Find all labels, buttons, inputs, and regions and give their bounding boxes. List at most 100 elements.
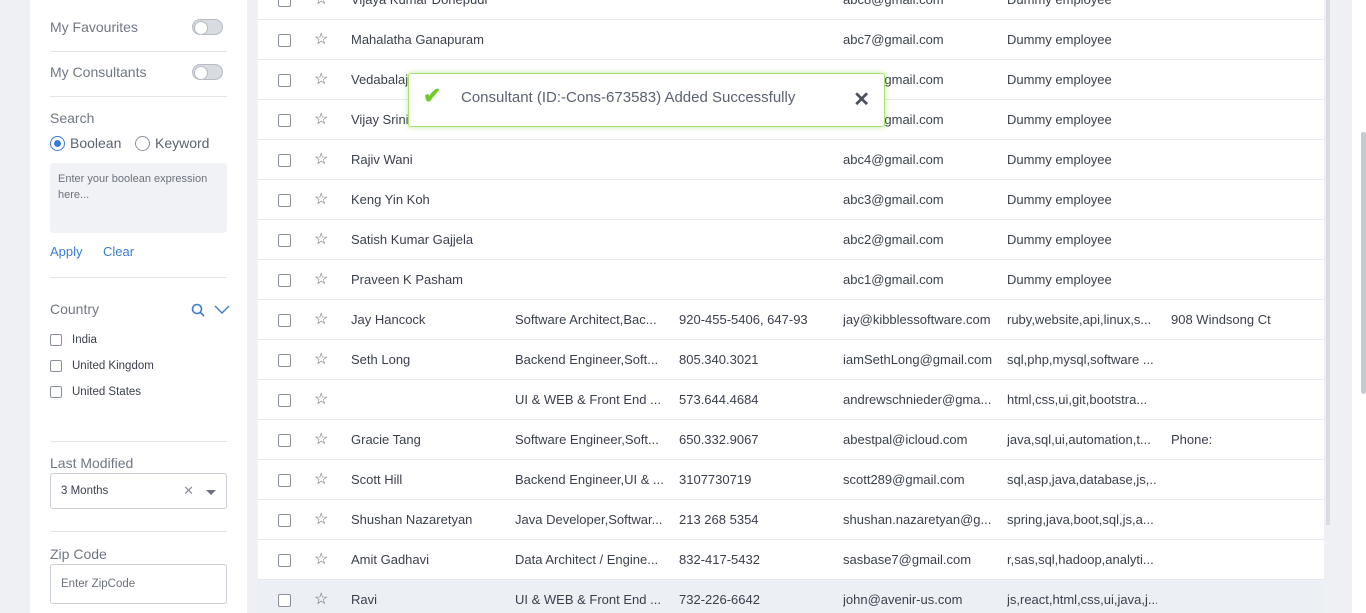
consultant-email: abc8@gmail.com [843, 0, 993, 7]
consultant-name[interactable]: Satish Kumar Gajjela [351, 232, 501, 247]
consultant-email: shushan.nazaretyan@g... [843, 512, 992, 527]
radio-keyword-icon[interactable] [135, 135, 150, 151]
apply-link[interactable]: Apply [50, 244, 83, 259]
last-modified-select[interactable]: 3 Months ✕ [50, 473, 227, 509]
row-checkbox[interactable] [278, 0, 291, 7]
consultant-email: scott289@gmail.com [843, 472, 965, 487]
consultant-name[interactable]: Praveen K Pasham [351, 272, 501, 287]
star-icon[interactable]: ☆ [314, 109, 328, 129]
divider [50, 441, 227, 442]
consultant-name[interactable]: Amit Gadhavi [351, 552, 501, 567]
row-checkbox[interactable] [278, 114, 291, 127]
consultant-email: abc3@gmail.com [843, 192, 944, 207]
table-row[interactable]: ☆ Rajiv Wani abc4@gmail.com Dummy employee [258, 140, 1324, 180]
checkbox[interactable] [50, 360, 62, 372]
country-option-india[interactable]: India [50, 334, 97, 346]
my-favourites-toggle[interactable] [192, 19, 223, 35]
star-icon[interactable]: ☆ [314, 269, 328, 289]
row-checkbox[interactable] [278, 354, 291, 367]
table-row[interactable]: ☆ Jay Hancock Software Architect,Bac... 920… [258, 300, 1324, 340]
consultant-name[interactable]: Shushan Nazaretyan [351, 512, 501, 527]
consultant-phone: 732-226-6642 [679, 592, 760, 607]
consultant-title: Data Architect / Engine... [515, 552, 659, 567]
row-checkbox[interactable] [278, 34, 291, 47]
consultant-skills: spring,java,boot,sql,js,a... [1007, 512, 1154, 527]
row-checkbox[interactable] [278, 154, 291, 167]
star-icon[interactable]: ☆ [314, 549, 328, 569]
table-row[interactable]: ☆ Amit Gadhavi Data Architect / Engine... 8… [258, 540, 1324, 580]
star-icon[interactable]: ☆ [314, 589, 328, 609]
consultant-name[interactable]: Rajiv Wani [351, 152, 501, 167]
row-checkbox[interactable] [278, 314, 291, 327]
consultant-name[interactable]: Gracie Tang [351, 432, 501, 447]
row-checkbox[interactable] [278, 274, 291, 287]
table-row[interactable]: ☆ UI & WEB & Front End ... 573.644.4684 and… [258, 380, 1324, 420]
table-row[interactable]: ☆ Ravi UI & WEB & Front End ... 732-226-664… [258, 580, 1324, 613]
row-checkbox[interactable] [278, 474, 291, 487]
boolean-expression-input[interactable]: Enter your boolean expression here... [50, 163, 227, 233]
star-icon[interactable]: ☆ [314, 229, 328, 249]
consultant-name[interactable]: Seth Long [351, 352, 501, 367]
caret-down-icon[interactable] [206, 490, 216, 495]
radio-keyword[interactable]: Keyword [135, 135, 209, 151]
table-row[interactable]: ☆ Seth Long Backend Engineer,Soft... 805.34… [258, 340, 1324, 380]
table-scrollbar[interactable] [1326, 0, 1330, 525]
table-row[interactable]: ☆ Shushan Nazaretyan Java Developer,Softwa… [258, 500, 1324, 540]
country-option-united-states[interactable]: United States [50, 386, 141, 398]
consultant-name[interactable]: Keng Yin Koh [351, 192, 501, 207]
star-icon[interactable]: ☆ [314, 389, 328, 409]
table-row[interactable]: ☆ Vijaya Kumar Donepudi abc8@gmail.com Dumm… [258, 0, 1324, 20]
star-icon[interactable]: ☆ [314, 309, 328, 329]
consultant-name[interactable]: Vijaya Kumar Donepudi [351, 0, 501, 7]
star-icon[interactable]: ☆ [314, 469, 328, 489]
close-icon[interactable]: ✕ [853, 87, 870, 112]
consultant-skills: java,sql,ui,automation,t... [1007, 432, 1151, 447]
clear-icon[interactable]: ✕ [183, 483, 194, 499]
row-checkbox[interactable] [278, 394, 291, 407]
consultant-name[interactable]: Scott Hill [351, 472, 501, 487]
clear-link[interactable]: Clear [103, 244, 134, 259]
country-option-united-kingdom[interactable]: United Kingdom [50, 360, 154, 372]
star-icon[interactable]: ☆ [314, 29, 328, 49]
consultant-skills: ruby,website,api,linux,s... [1007, 312, 1152, 327]
consultant-skills: Dummy employee [1007, 192, 1112, 207]
row-checkbox[interactable] [278, 594, 291, 607]
consultant-name[interactable]: Ravi [351, 592, 501, 607]
star-icon[interactable]: ☆ [314, 0, 328, 9]
row-checkbox[interactable] [278, 514, 291, 527]
star-icon[interactable]: ☆ [314, 429, 328, 449]
consultant-title: UI & WEB & Front End ... [515, 392, 661, 407]
consultant-email: abc2@gmail.com [843, 232, 944, 247]
search-label: Search [50, 110, 95, 126]
table-row[interactable]: ☆ Praveen K Pasham abc1@gmail.com Dummy emp… [258, 260, 1324, 300]
page-scrollbar-thumb[interactable] [1361, 132, 1366, 394]
chevron-down-icon[interactable] [214, 305, 230, 315]
table-row[interactable]: ☆ Keng Yin Koh abc3@gmail.com Dummy employe… [258, 180, 1324, 220]
my-consultants-toggle[interactable] [192, 64, 223, 80]
table-row[interactable]: ☆ Scott Hill Backend Engineer,UI & ... 3107… [258, 460, 1324, 500]
radio-boolean[interactable]: Boolean [50, 135, 121, 151]
checkbox[interactable] [50, 334, 62, 346]
row-checkbox[interactable] [278, 194, 291, 207]
table-row[interactable]: ☆ Mahalatha Ganapuram abc7@gmail.com Dummy … [258, 20, 1324, 60]
star-icon[interactable]: ☆ [314, 189, 328, 209]
checkbox[interactable] [50, 386, 62, 398]
row-checkbox[interactable] [278, 234, 291, 247]
table-row[interactable]: ☆ Gracie Tang Software Engineer,Soft... 650… [258, 420, 1324, 460]
star-icon[interactable]: ☆ [314, 149, 328, 169]
consultant-name[interactable]: Jay Hancock [351, 312, 501, 327]
radio-boolean-icon[interactable] [50, 135, 65, 151]
search-icon[interactable] [191, 303, 205, 317]
divider [50, 51, 227, 52]
star-icon[interactable]: ☆ [314, 349, 328, 369]
row-checkbox[interactable] [278, 74, 291, 87]
zip-code-input[interactable]: Enter ZipCode [50, 564, 227, 604]
consultant-name[interactable]: Mahalatha Ganapuram [351, 32, 501, 47]
table-row[interactable]: ☆ Satish Kumar Gajjela abc2@gmail.com Dummy… [258, 220, 1324, 260]
star-icon[interactable]: ☆ [314, 69, 328, 89]
row-checkbox[interactable] [278, 554, 291, 567]
last-modified-label: Last Modified [50, 455, 134, 471]
row-checkbox[interactable] [278, 434, 291, 447]
consultant-skills: html,css,ui,git,bootstra... [1007, 392, 1148, 407]
star-icon[interactable]: ☆ [314, 509, 328, 529]
